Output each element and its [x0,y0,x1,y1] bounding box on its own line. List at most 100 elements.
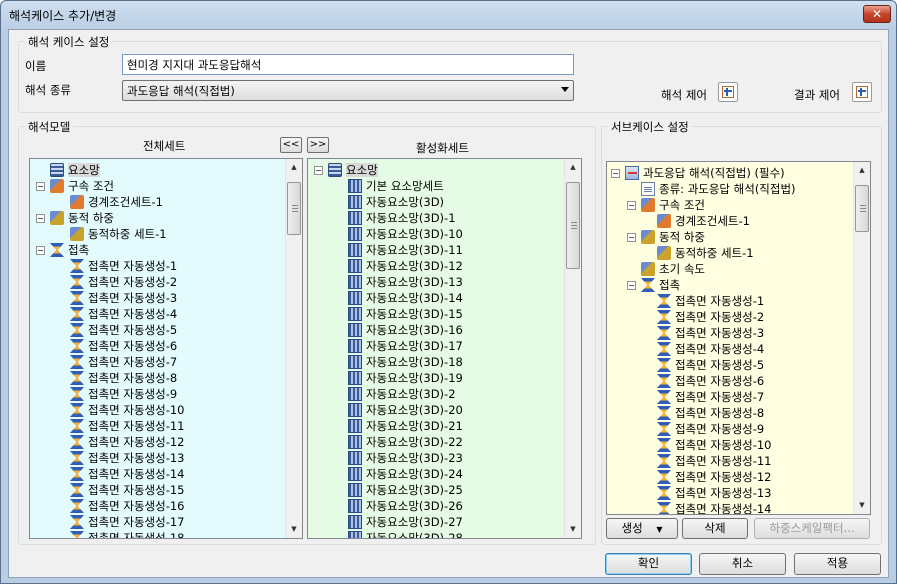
scroll-up-icon[interactable]: ▲ [565,159,581,176]
tree-item[interactable]: 자동요소망(3D)-21 [348,418,463,434]
scroll-down-icon[interactable]: ▼ [854,497,870,514]
tree-item[interactable]: 접촉면 자동생성-10 [70,402,185,418]
tree-item[interactable]: 접촉면 자동생성-17 [70,514,185,530]
tree-item[interactable]: 접촉면 자동생성-13 [70,450,185,466]
tree-item[interactable]: 자동요소망(3D)-24 [348,466,463,482]
tree-item[interactable]: 기본 요소망세트 [348,178,444,194]
tree-item[interactable]: 접촉면 자동생성-1 [657,293,764,309]
tree-item[interactable]: 접촉면 자동생성-1 [70,258,177,274]
move-left-button[interactable]: << [280,137,302,153]
tree-expander-icon[interactable]: − [611,169,620,178]
tree-expander-icon[interactable]: − [627,201,636,210]
scrollbar-thumb[interactable] [855,185,869,232]
tree-item[interactable]: 자동요소망(3D)-20 [348,402,463,418]
tree-item[interactable]: 접촉면 자동생성-9 [657,421,764,437]
tree-item[interactable]: 접촉면 자동생성-15 [70,482,185,498]
tree-item[interactable]: 자동요소망(3D)-2 [348,386,456,402]
tree-item[interactable]: 접촉면 자동생성-3 [70,290,177,306]
tree-item[interactable]: 접촉면 자동생성-3 [657,325,764,341]
tree-item[interactable]: 접촉면 자동생성-2 [70,274,177,290]
full-set-scrollbar[interactable]: ▲ ▼ [285,159,302,538]
tree-item[interactable]: 경계조건세트-1 [70,194,163,210]
tree-item[interactable]: 자동요소망(3D)-22 [348,434,463,450]
tree-item[interactable]: 접촉면 자동생성-10 [657,437,772,453]
tree-item[interactable]: 자동요소망(3D)-10 [348,226,463,242]
tree-item[interactable]: 동적 하중 [641,229,705,245]
tree-item[interactable]: 자동요소망(3D)-1 [348,210,456,226]
tree-item[interactable]: 자동요소망(3D)-14 [348,290,463,306]
tree-item[interactable]: 요소망 [328,162,378,178]
tree-item[interactable]: 요소망 [50,162,100,178]
tree-expander-icon[interactable]: − [314,166,323,175]
tree-item[interactable]: 자동요소망(3D)-27 [348,514,463,530]
title-bar[interactable]: 해석케이스 추가/변경 ✕ [1,1,896,27]
tree-item[interactable]: 접촉면 자동생성-6 [70,338,177,354]
scroll-down-icon[interactable]: ▼ [286,521,302,538]
tree-item[interactable]: 접촉면 자동생성-8 [70,370,177,386]
tree-item[interactable]: 과도응답 해석(직접법) (필수) [625,165,785,181]
apply-button[interactable]: 적용 [794,553,881,575]
tree-item[interactable]: 접촉면 자동생성-12 [657,469,772,485]
tree-item[interactable]: 접촉면 자동생성-6 [657,373,764,389]
tree-item[interactable]: 접촉면 자동생성-2 [657,309,764,325]
tree-item[interactable]: 동적하중 세트-1 [70,226,167,242]
tree-item[interactable]: 접촉면 자동생성-7 [657,389,764,405]
active-set-tree[interactable]: − 요소망 기본 요소망세트 자동요소망(3D) 자동요소망(3D)-1 자동요소망(3D… [307,158,582,539]
chevron-down-icon[interactable]: ▼ [656,525,662,534]
tree-expander-icon[interactable]: − [36,246,45,255]
tree-item[interactable]: 접촉면 자동생성-9 [70,386,177,402]
analysis-control-button[interactable] [718,82,738,102]
tree-item[interactable]: 자동요소망(3D)-16 [348,322,463,338]
tree-expander-icon[interactable]: − [627,233,636,242]
tree-item[interactable]: 접촉면 자동생성-4 [70,306,177,322]
name-input[interactable]: 현미경 지지대 과도응답해석 [122,54,574,75]
cancel-button[interactable]: 취소 [699,553,786,575]
tree-item[interactable]: 접촉면 자동생성-4 [657,341,764,357]
tree-item[interactable]: 접촉면 자동생성-7 [70,354,177,370]
scrollbar-thumb[interactable] [566,182,580,269]
tree-item[interactable]: 접촉면 자동생성-11 [657,453,772,469]
tree-item[interactable]: 접촉 [50,242,89,258]
close-button[interactable]: ✕ [863,5,891,23]
analysis-type-select[interactable]: 과도응답 해석(직접법) [122,80,574,101]
load-scale-factor-button[interactable]: 하중스케일팩터... [754,518,870,539]
tree-item[interactable]: 자동요소망(3D) [348,194,444,210]
tree-item[interactable]: 구속 조건 [641,197,705,213]
result-control-button[interactable] [852,82,872,102]
tree-item[interactable]: 자동요소망(3D)-18 [348,354,463,370]
tree-expander-icon[interactable]: − [627,281,636,290]
scroll-up-icon[interactable]: ▲ [286,159,302,176]
tree-item[interactable]: 접촉면 자동생성-14 [70,466,185,482]
tree-expander-icon[interactable]: − [36,182,45,191]
tree-item[interactable]: 접촉면 자동생성-8 [657,405,764,421]
tree-item[interactable]: 동적하중 세트-1 [657,245,754,261]
tree-item[interactable]: 자동요소망(3D)-17 [348,338,463,354]
delete-button[interactable]: 삭제 [682,518,748,539]
tree-item[interactable]: 자동요소망(3D)-19 [348,370,463,386]
tree-item[interactable]: 접촉면 자동생성-5 [657,357,764,373]
tree-item[interactable]: 종류: 과도응답 해석(직접법) [641,181,796,197]
tree-item[interactable]: 접촉 [641,277,680,293]
tree-item[interactable]: 접촉면 자동생성-11 [70,418,185,434]
scrollbar-thumb[interactable] [287,182,301,235]
tree-item[interactable]: 접촉면 자동생성-14 [657,501,772,514]
scroll-down-icon[interactable]: ▼ [565,521,581,538]
tree-item[interactable]: 초기 속도 [641,261,705,277]
tree-item[interactable]: 자동요소망(3D)-23 [348,450,463,466]
tree-item[interactable]: 접촉면 자동생성-16 [70,498,185,514]
scroll-up-icon[interactable]: ▲ [854,162,870,179]
tree-item[interactable]: 자동요소망(3D)-15 [348,306,463,322]
tree-item[interactable]: 자동요소망(3D)-13 [348,274,463,290]
tree-item[interactable]: 접촉면 자동생성-18 [70,530,185,538]
tree-item[interactable]: 구속 조건 [50,178,114,194]
tree-item[interactable]: 자동요소망(3D)-11 [348,242,463,258]
tree-item[interactable]: 접촉면 자동생성-12 [70,434,185,450]
tree-item[interactable]: 자동요소망(3D)-28 [348,530,463,538]
full-set-tree[interactable]: 요소망 − 구속 조건 경계조건세트-1 − 동적 하중 동적하중 세트-1 − 접촉 접촉면 자… [29,158,303,539]
subcase-tree[interactable]: − 과도응답 해석(직접법) (필수) 종류: 과도응답 해석(직접법) − 구속 조건… [606,161,871,515]
tree-item[interactable]: 자동요소망(3D)-25 [348,482,463,498]
subcase-scrollbar[interactable]: ▲ ▼ [853,162,870,514]
tree-item[interactable]: 경계조건세트-1 [657,213,750,229]
tree-item[interactable]: 접촉면 자동생성-13 [657,485,772,501]
tree-item[interactable]: 접촉면 자동생성-5 [70,322,177,338]
